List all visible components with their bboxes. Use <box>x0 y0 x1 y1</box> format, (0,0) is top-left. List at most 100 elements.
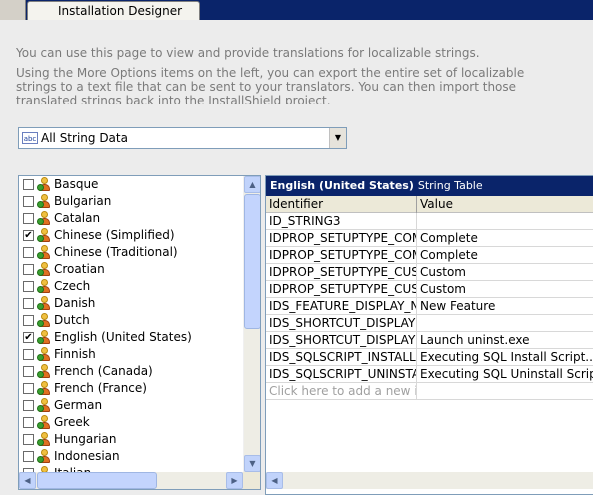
description-line-1: You can use this page to view and provid… <box>16 46 480 60</box>
language-name: Chinese (Simplified) <box>54 228 175 242</box>
language-list-item[interactable]: French (France) <box>19 380 243 397</box>
language-checkbox[interactable] <box>23 434 34 445</box>
scroll-down-icon[interactable]: ▼ <box>244 455 260 472</box>
language-list-item[interactable]: Chinese (Traditional) <box>19 244 243 261</box>
language-list-item[interactable]: German <box>19 397 243 414</box>
grid-rows: ID_STRING3 IDPROP_SETUPTYPE_COM Complete ID… <box>266 213 593 400</box>
language-icon <box>37 313 53 328</box>
table-row[interactable]: IDS_SQLSCRIPT_INSTALLI Executing SQL Inst… <box>266 349 593 366</box>
language-name: Bulgarian <box>54 194 112 208</box>
language-icon <box>37 347 53 362</box>
language-checkbox[interactable] <box>23 383 34 394</box>
column-header-value[interactable]: Value <box>417 196 593 213</box>
language-list-item[interactable]: Indonesian <box>19 448 243 465</box>
new-row[interactable]: Click here to add a new ite <box>266 383 593 400</box>
scroll-left-icon[interactable]: ◀ <box>19 472 36 489</box>
language-icon <box>37 415 53 430</box>
language-icon <box>37 432 53 447</box>
language-name: Finnish <box>54 347 96 361</box>
language-icon <box>37 211 53 226</box>
language-list-item[interactable]: Hungarian <box>19 431 243 448</box>
table-row[interactable]: IDPROP_SETUPTYPE_COM Complete <box>266 230 593 247</box>
horizontal-scroll-thumb[interactable] <box>37 472 157 489</box>
identifier-cell[interactable]: IDPROP_SETUPTYPE_COM <box>266 247 417 264</box>
language-list-item[interactable]: Catalan <box>19 210 243 227</box>
value-cell[interactable]: Complete <box>417 230 593 247</box>
language-icon <box>37 381 53 396</box>
value-cell[interactable]: Executing SQL Uninstall Script... <box>417 366 593 383</box>
identifier-cell[interactable]: IDS_SQLSCRIPT_INSTALLI <box>266 349 417 366</box>
language-checkbox[interactable]: ✔ <box>23 332 34 343</box>
identifier-cell[interactable]: IDS_SQLSCRIPT_UNINSTA <box>266 366 417 383</box>
language-name: German <box>54 398 103 412</box>
value-cell[interactable]: Launch uninst.exe <box>417 332 593 349</box>
value-cell[interactable]: Complete <box>417 247 593 264</box>
language-list-vertical-scrollbar[interactable]: ▲ ▼ <box>243 176 260 472</box>
language-checkbox[interactable] <box>23 247 34 258</box>
new-row-value-cell[interactable] <box>417 383 593 400</box>
language-checkbox[interactable] <box>23 366 34 377</box>
identifier-cell[interactable]: IDPROP_SETUPTYPE_COM <box>266 230 417 247</box>
language-list-item[interactable]: Dutch <box>19 312 243 329</box>
tab-installation-designer[interactable]: Installation Designer <box>27 1 200 20</box>
language-list-horizontal-scrollbar[interactable]: ◀ ▶ <box>19 472 243 489</box>
scroll-up-icon[interactable]: ▲ <box>244 176 260 193</box>
identifier-cell[interactable]: IDS_FEATURE_DISPLAY_N <box>266 298 417 315</box>
language-checkbox[interactable] <box>23 417 34 428</box>
dropdown-arrow-icon[interactable]: ▼ <box>329 128 346 148</box>
string-filter-dropdown[interactable]: abc All String Data ▼ <box>18 127 347 149</box>
table-row[interactable]: ID_STRING3 <box>266 213 593 230</box>
table-row[interactable]: IDS_FEATURE_DISPLAY_N New Feature <box>266 298 593 315</box>
column-header-identifier[interactable]: Identifier <box>266 196 417 213</box>
table-row[interactable]: IDS_SQLSCRIPT_UNINSTA Executing SQL Unins… <box>266 366 593 383</box>
language-checkbox[interactable] <box>23 400 34 411</box>
identifier-cell[interactable]: IDPROP_SETUPTYPE_CUS <box>266 281 417 298</box>
scroll-right-icon[interactable]: ▶ <box>226 472 243 489</box>
language-list-item[interactable]: Italian <box>19 465 243 472</box>
value-cell[interactable] <box>417 315 593 332</box>
language-icon <box>37 296 53 311</box>
previous-tab[interactable] <box>0 0 26 20</box>
scroll-left-icon[interactable]: ◀ <box>266 472 283 489</box>
language-list-item[interactable]: Czech <box>19 278 243 295</box>
language-list-item[interactable]: Danish <box>19 295 243 312</box>
language-list-item[interactable]: French (Canada) <box>19 363 243 380</box>
language-checkbox[interactable] <box>23 281 34 292</box>
language-list-item[interactable]: Basque <box>19 176 243 193</box>
value-cell[interactable]: Executing SQL Install Script... <box>417 349 593 366</box>
language-checkbox[interactable] <box>23 213 34 224</box>
vertical-scroll-thumb[interactable] <box>244 194 260 329</box>
language-list-item[interactable]: Greek <box>19 414 243 431</box>
language-list-item[interactable]: ✔ Chinese (Simplified) <box>19 227 243 244</box>
language-checkbox[interactable] <box>23 179 34 190</box>
value-cell[interactable]: Custom <box>417 281 593 298</box>
table-row[interactable]: IDS_SHORTCUT_DISPLAY Launch uninst.exe <box>266 332 593 349</box>
language-list-item[interactable]: Finnish <box>19 346 243 363</box>
language-checkbox[interactable] <box>23 315 34 326</box>
identifier-cell[interactable]: IDS_SHORTCUT_DISPLAY <box>266 332 417 349</box>
language-checkbox[interactable] <box>23 264 34 275</box>
table-row[interactable]: IDPROP_SETUPTYPE_COM Complete <box>266 247 593 264</box>
value-cell[interactable] <box>417 213 593 230</box>
table-row[interactable]: IDPROP_SETUPTYPE_CUS Custom <box>266 281 593 298</box>
language-checkbox[interactable] <box>23 298 34 309</box>
new-row-placeholder[interactable]: Click here to add a new ite <box>266 383 417 400</box>
language-list-item[interactable]: Bulgarian <box>19 193 243 210</box>
language-checkbox[interactable] <box>23 349 34 360</box>
language-list-item[interactable]: Croatian <box>19 261 243 278</box>
language-checkbox[interactable] <box>23 451 34 462</box>
language-name: English (United States) <box>54 330 192 344</box>
language-list-item[interactable]: ✔ English (United States) <box>19 329 243 346</box>
identifier-cell[interactable]: IDS_SHORTCUT_DISPLAY <box>266 315 417 332</box>
string-editor-page: You can use this page to view and provid… <box>0 20 593 495</box>
identifier-cell[interactable]: ID_STRING3 <box>266 213 417 230</box>
language-icon <box>37 449 53 464</box>
identifier-cell[interactable]: IDPROP_SETUPTYPE_CUS <box>266 264 417 281</box>
language-checkbox[interactable]: ✔ <box>23 230 34 241</box>
value-cell[interactable]: Custom <box>417 264 593 281</box>
grid-horizontal-scrollbar[interactable]: ◀ <box>266 472 593 489</box>
language-checkbox[interactable] <box>23 196 34 207</box>
table-row[interactable]: IDPROP_SETUPTYPE_CUS Custom <box>266 264 593 281</box>
value-cell[interactable]: New Feature <box>417 298 593 315</box>
table-row[interactable]: IDS_SHORTCUT_DISPLAY <box>266 315 593 332</box>
